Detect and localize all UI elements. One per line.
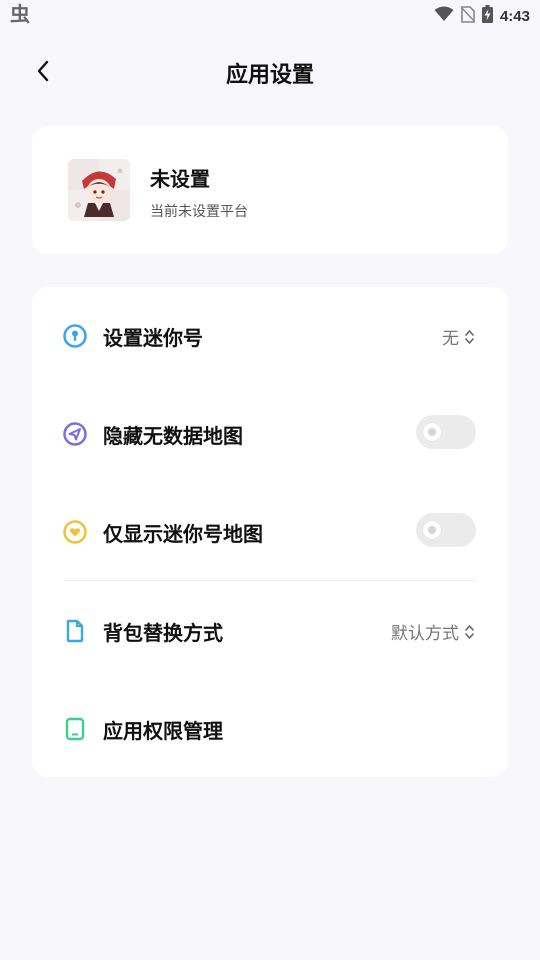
profile-name: 未设置: [150, 167, 210, 191]
setting-label: 设置迷你号: [103, 326, 203, 350]
select-value: 无: [442, 329, 459, 349]
key-circle-icon: [62, 323, 88, 349]
updown-chevron-icon: [465, 624, 474, 639]
app-notification-icon: 虫: [10, 2, 30, 26]
only-mini-maps-toggle[interactable]: [416, 513, 476, 547]
status-icons: 4:43: [434, 5, 530, 27]
profile-card[interactable]: 未设置 当前未设置平台: [32, 126, 508, 254]
setting-label: 背包替换方式: [103, 621, 223, 645]
setting-label: 隐藏无数据地图: [103, 424, 243, 448]
heart-circle-icon: [62, 519, 88, 545]
setting-label: 仅显示迷你号地图: [103, 522, 263, 546]
page-title: 应用设置: [225, 63, 314, 88]
no-sim-icon: [460, 5, 476, 27]
document-icon: [62, 618, 88, 644]
setting-row-hide-empty-maps: 隐藏无数据地图: [32, 403, 508, 463]
setting-row-only-mini-maps: 仅显示迷你号地图: [32, 501, 508, 561]
profile-subtitle: 当前未设置平台: [150, 204, 248, 220]
mini-id-select[interactable]: 无: [442, 324, 474, 349]
setting-row-app-permissions[interactable]: 应用权限管理: [32, 698, 508, 758]
toggle-knob: [423, 423, 441, 441]
updown-chevron-icon: [465, 329, 474, 344]
toggle-knob: [423, 521, 441, 539]
setting-row-mini-id[interactable]: 设置迷你号 无: [32, 305, 508, 365]
section-divider: [64, 580, 476, 581]
setting-row-backpack-replace[interactable]: 背包替换方式 默认方式: [32, 600, 508, 660]
backpack-replace-select[interactable]: 默认方式: [391, 619, 474, 644]
settings-card: 设置迷你号 无 隐藏无数据地图 仅显示迷你号地图 背包替换方式 默认方式 应用权…: [32, 287, 508, 777]
wifi-icon: [434, 6, 454, 26]
hide-empty-maps-toggle[interactable]: [416, 415, 476, 449]
avatar: [68, 159, 130, 221]
battery-charging-icon: [481, 5, 493, 27]
tablet-icon: [62, 716, 88, 742]
select-value: 默认方式: [391, 624, 459, 644]
send-circle-icon: [62, 421, 88, 447]
status-time: 4:43: [499, 7, 530, 25]
status-bar: 虫 4:43: [0, 0, 540, 28]
header: 应用设置: [0, 46, 540, 96]
setting-label: 应用权限管理: [103, 719, 223, 743]
